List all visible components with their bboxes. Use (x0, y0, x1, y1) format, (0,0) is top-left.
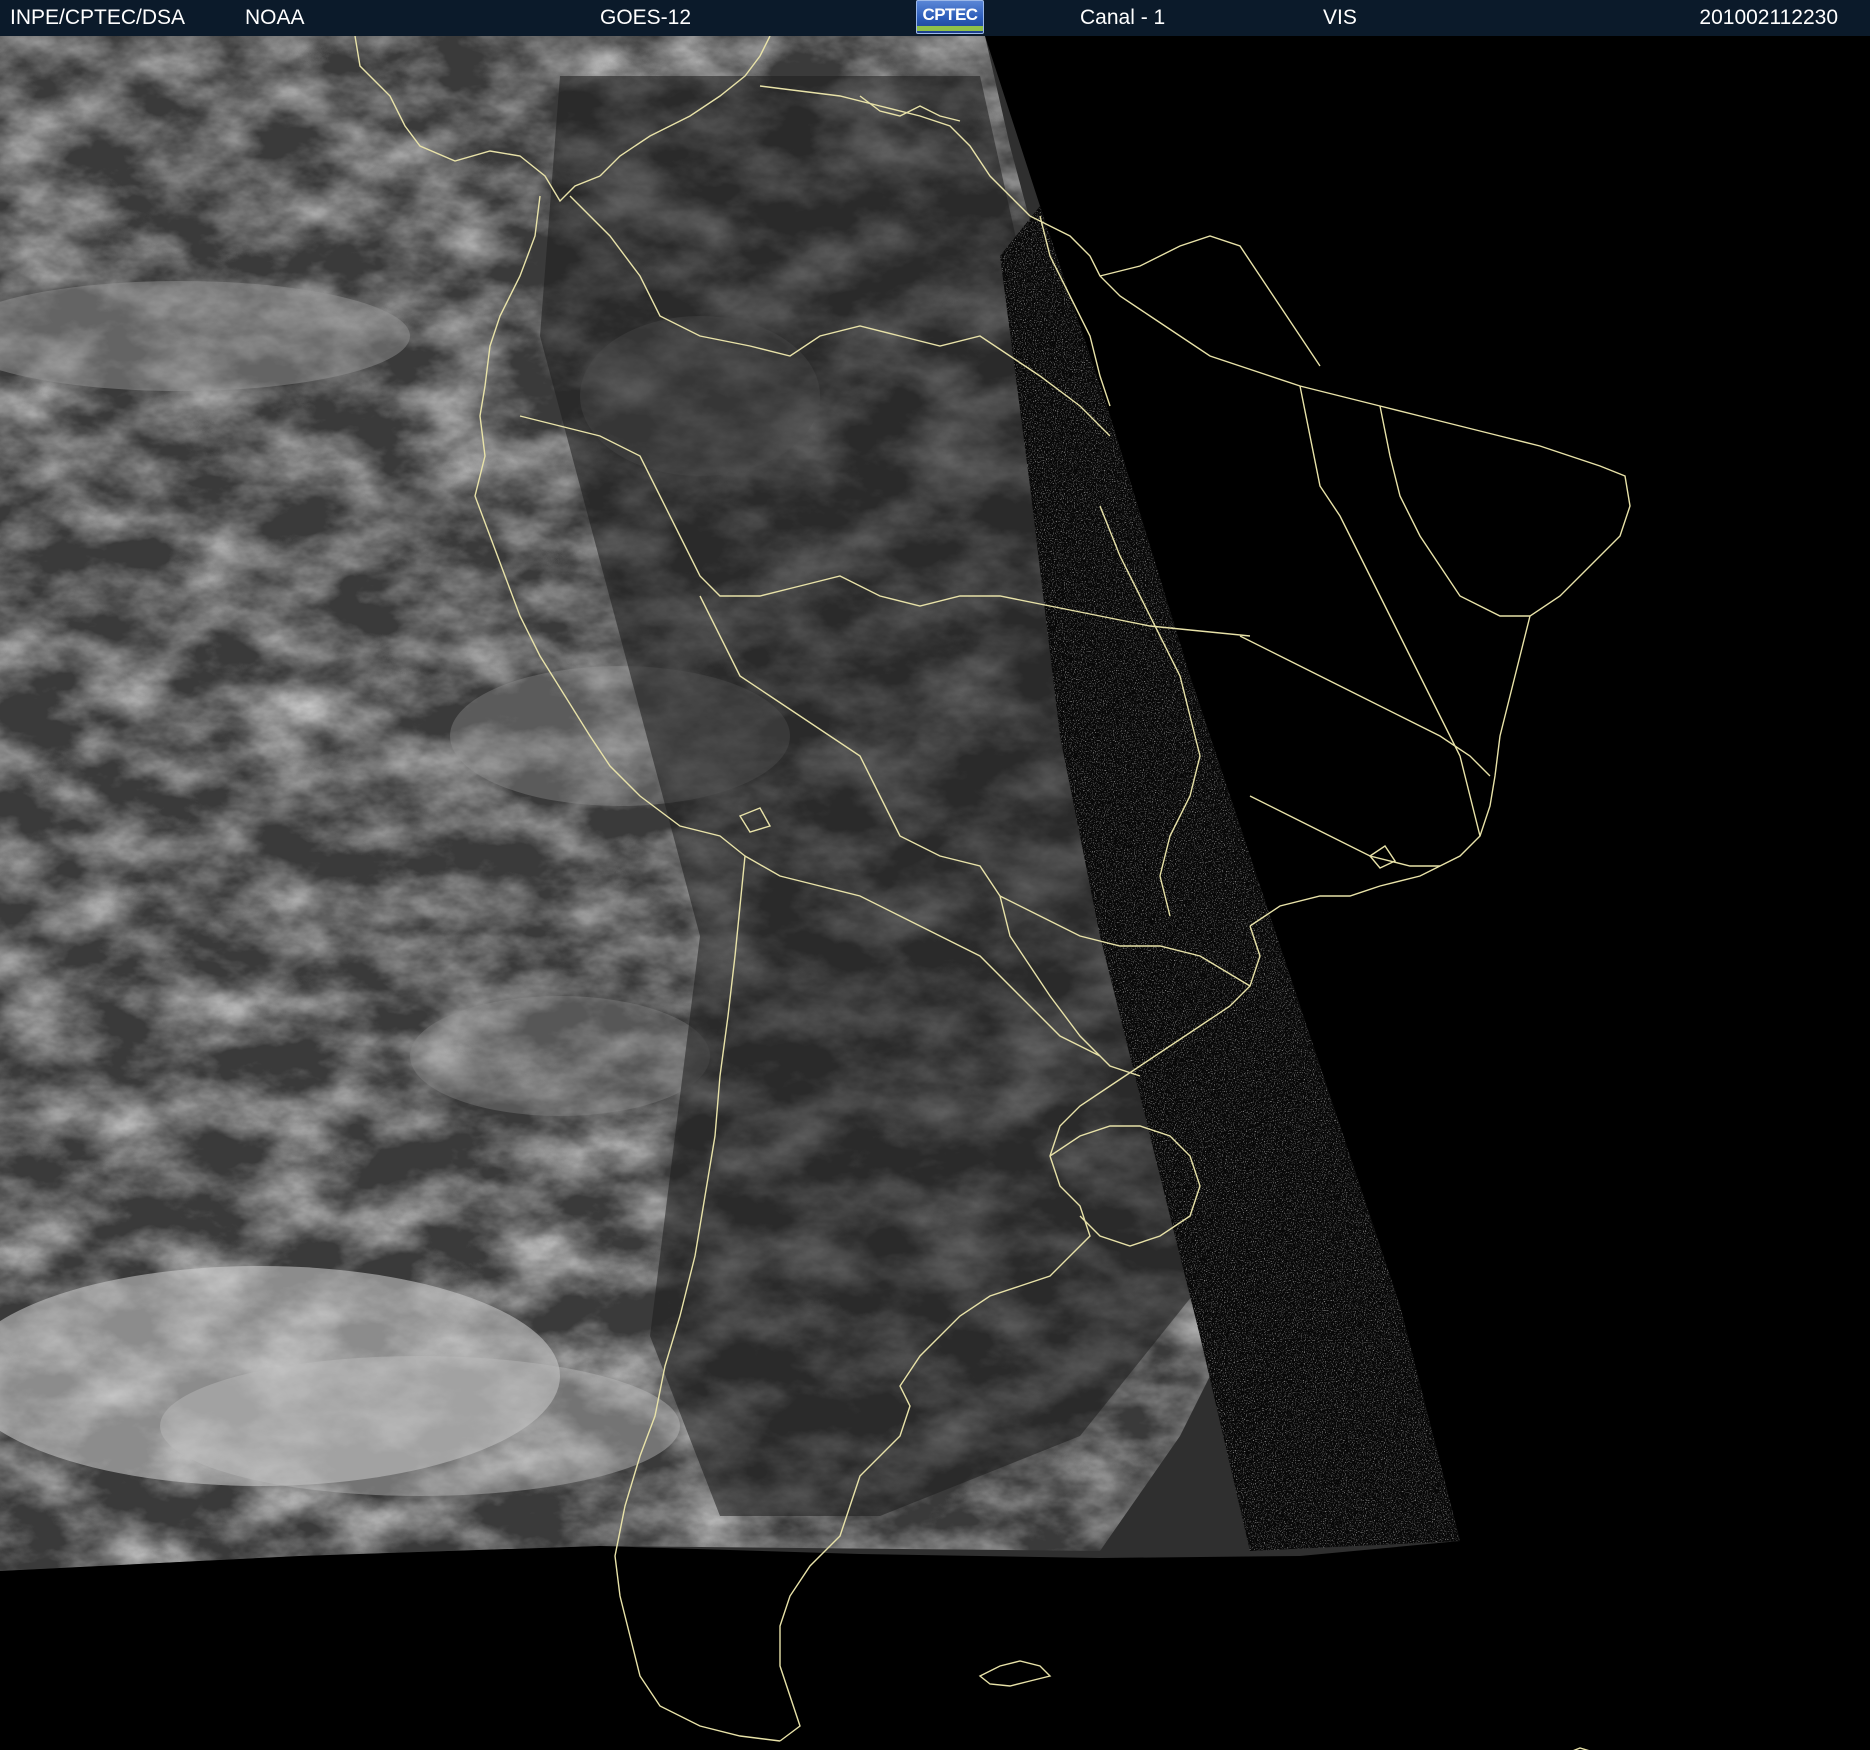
channel-label: Canal - 1 (1080, 6, 1166, 29)
image-header-bar: INPE/CPTEC/DSA NOAA GOES-12 CPTEC Canal … (0, 0, 1870, 37)
agency-label: INPE/CPTEC/DSA (10, 6, 186, 29)
source-label: NOAA (245, 6, 305, 29)
logo-text: CPTEC (922, 5, 978, 24)
timestamp-label: 201002112230 (1699, 6, 1838, 29)
logo-stripe (917, 26, 983, 31)
band-label: VIS (1323, 6, 1357, 29)
cptec-logo: CPTEC (916, 0, 984, 34)
satellite-image (0, 36, 1870, 1750)
satellite-label: GOES-12 (600, 6, 692, 29)
